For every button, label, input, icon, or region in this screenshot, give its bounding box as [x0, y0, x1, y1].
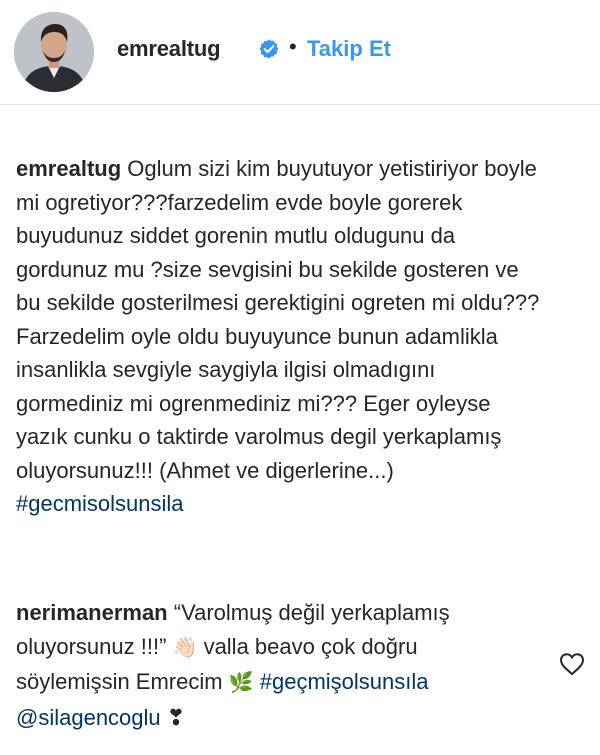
follow-button[interactable]: Takip Et: [307, 36, 391, 62]
post-header: emrealtug • Takip Et: [0, 0, 600, 105]
header-username[interactable]: emrealtug: [117, 36, 221, 62]
comment: nerimanerman “Varolmuş değil yerkaplamış…: [16, 596, 536, 734]
comment-text: Oglum sizi kim buyutuyor yetistiriyor bo…: [16, 156, 540, 483]
comment-username[interactable]: nerimanerman: [16, 600, 168, 625]
herb-emoji: 🌿: [228, 672, 254, 694]
waving-hand-emoji: 👋🏻: [172, 636, 198, 659]
hashtag-link[interactable]: #geçmişolsunsıla: [260, 669, 429, 694]
avatar-photo: [14, 12, 94, 92]
comment-username[interactable]: emrealtug: [16, 156, 121, 181]
mention-link[interactable]: @silagencoglu: [16, 705, 161, 730]
verified-badge-icon: [259, 39, 279, 59]
comment: emrealtug Oglum sizi kim buyutuyor yetis…: [16, 152, 546, 521]
heart-exclamation-emoji: ❣: [166, 704, 186, 730]
avatar[interactable]: [14, 12, 94, 92]
hashtag-link[interactable]: #gecmisolsunsila: [16, 491, 184, 516]
heart-outline-icon[interactable]: [559, 652, 585, 676]
separator-dot: •: [289, 34, 297, 59]
